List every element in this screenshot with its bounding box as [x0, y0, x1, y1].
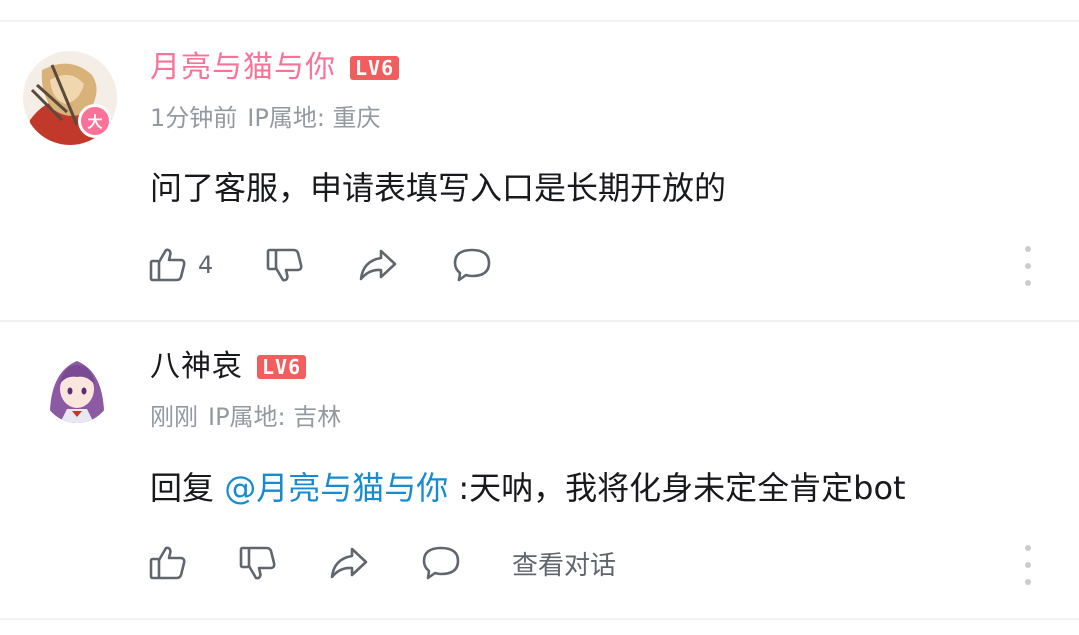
ip-location: IP属地: 吉林 [208, 403, 342, 431]
dislike-button[interactable] [238, 543, 278, 583]
thumbs-up-icon [148, 543, 188, 583]
more-vertical-icon[interactable] [1018, 545, 1038, 585]
action-bar: 查看对话 [148, 541, 616, 585]
share-button[interactable] [328, 543, 370, 583]
reply-button[interactable] [420, 543, 462, 583]
bottom-divider [0, 618, 1079, 620]
level-badge: LV6 [257, 355, 307, 379]
comment-time: 刚刚 [150, 403, 198, 431]
comment-icon [420, 543, 462, 583]
mention-link[interactable]: @月亮与猫与你 [224, 469, 448, 507]
reply-text: 回复 @月亮与猫与你 :天呐，我将化身未定全肯定bot [150, 468, 906, 508]
reply-body: :天呐，我将化身未定全肯定bot [448, 469, 906, 507]
username[interactable]: 八神哀 [150, 349, 243, 385]
name-row: 八神哀 LV6 [150, 349, 307, 385]
comment-item: 八神哀 LV6 刚刚 IP属地: 吉林 回复 @月亮与猫与你 :天呐，我将化身未定… [0, 0, 1079, 635]
reply-prefix: 回复 [150, 469, 225, 507]
avatar[interactable] [42, 353, 112, 423]
comment-meta: 刚刚 IP属地: 吉林 [150, 402, 341, 432]
share-icon [328, 543, 370, 583]
like-button[interactable] [148, 543, 188, 583]
thumbs-down-icon [238, 543, 278, 583]
view-conversation-button[interactable]: 查看对话 [512, 545, 616, 582]
